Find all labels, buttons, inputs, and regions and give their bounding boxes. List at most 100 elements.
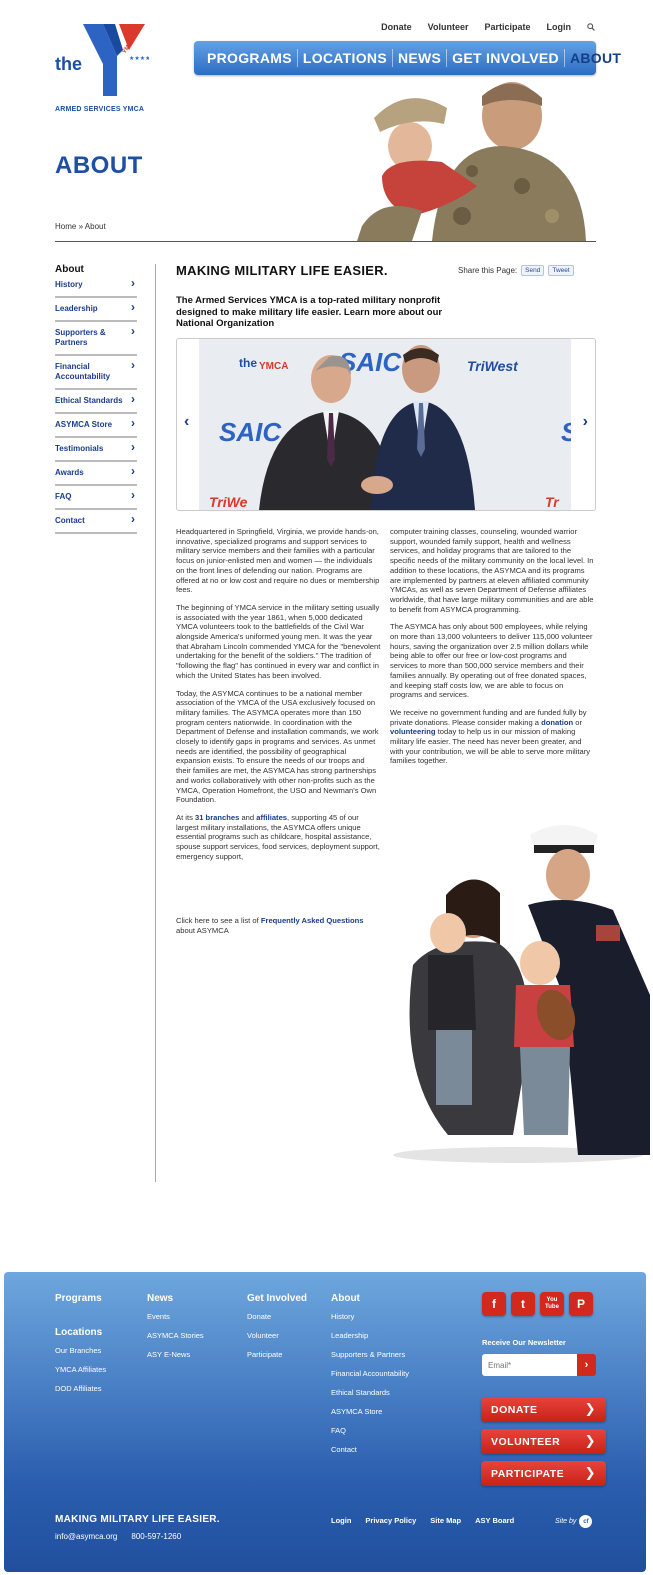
svg-text:SAIC: SAIC	[219, 417, 282, 447]
logo-org-text: ARMED SERVICES YMCA	[55, 106, 145, 113]
nav-news[interactable]: NEWS	[393, 49, 448, 67]
footer-link[interactable]: Contact	[331, 1445, 409, 1454]
footer-link[interactable]: Leadership	[331, 1331, 409, 1340]
svg-text:S: S	[561, 417, 571, 447]
footer-email-link[interactable]: info@asymca.org	[55, 1532, 117, 1541]
sidebar-item-contact[interactable]: Contact	[55, 514, 137, 534]
nav-get-involved[interactable]: GET INVOLVED	[447, 49, 565, 67]
body-paragraph: computer training classes, counseling, w…	[390, 527, 594, 614]
donate-button[interactable]: DONATE ❯	[481, 1397, 606, 1422]
tweet-button[interactable]: Tweet	[548, 265, 574, 276]
footer-link[interactable]: Ethical Standards	[331, 1388, 409, 1397]
sidebar-item-awards[interactable]: Awards	[55, 466, 137, 486]
faq-callout: Click here to see a list of Frequently A…	[176, 916, 376, 936]
slide-photo: the YMCA SAIC TriWest SAIC S TriWe Tr	[199, 339, 571, 510]
sidebar-item-faq[interactable]: FAQ	[55, 490, 137, 510]
volunteer-button[interactable]: VOLUNTEER ❯	[481, 1429, 606, 1454]
footer-link[interactable]: Our Branches	[55, 1346, 106, 1355]
asymca-logo[interactable]: the YMCA ★★★★ ARMED SERVICES YMCA	[55, 20, 150, 115]
chevron-right-icon: ❯	[584, 1401, 596, 1416]
donation-link[interactable]: donation	[541, 718, 573, 727]
page-title: ABOUT	[55, 152, 143, 179]
footer-board-link[interactable]: ASY Board	[475, 1516, 514, 1525]
body-paragraph: The beginning of YMCA service in the mil…	[176, 602, 381, 680]
newsletter-email-input[interactable]	[482, 1354, 578, 1376]
sidebar-item-financial[interactable]: Financial Accountability	[55, 360, 137, 390]
chevron-right-icon: ❯	[584, 1465, 596, 1480]
footer-link[interactable]: Events	[147, 1312, 204, 1321]
body-paragraph: We receive no government funding and are…	[390, 708, 596, 766]
footer-link[interactable]: Financial Accountability	[331, 1369, 409, 1378]
youtube-icon[interactable]: You Tube	[540, 1292, 564, 1316]
footer-phone: 800-597-1260	[131, 1532, 182, 1541]
breadcrumb[interactable]: Home » About	[55, 222, 106, 231]
facebook-icon[interactable]: f	[482, 1292, 506, 1316]
tweet-label: Tweet	[552, 267, 570, 274]
newsletter-submit-button[interactable]: ›	[577, 1354, 596, 1376]
nav-programs[interactable]: PROGRAMS	[202, 49, 298, 67]
nav-locations[interactable]: LOCATIONS	[298, 49, 393, 67]
newsletter-label: Receive Our Newsletter	[482, 1338, 566, 1347]
share-bar: Share this Page: Send Tweet	[458, 265, 574, 276]
slider-prev-button[interactable]: ‹	[184, 413, 189, 431]
sidebar-item-leadership[interactable]: Leadership	[55, 302, 137, 322]
footer-locations-heading[interactable]: Locations	[55, 1327, 106, 1338]
body-paragraph: The ASYMCA has only about 500 employees,…	[390, 622, 593, 700]
text-run: At its	[176, 812, 195, 822]
footer-link[interactable]: Volunteer	[247, 1331, 307, 1340]
pinterest-icon[interactable]: P	[569, 1292, 593, 1316]
footer-programs-heading[interactable]: Programs	[55, 1293, 102, 1304]
footer-link[interactable]: Donate	[247, 1312, 307, 1321]
sidebar-heading: About	[55, 264, 84, 275]
footer-col-programs: Programs	[55, 1293, 102, 1312]
send-label: Send	[525, 267, 541, 274]
branches-link[interactable]: 31 branches	[195, 813, 239, 822]
sidebar-item-store[interactable]: ASYMCA Store	[55, 418, 137, 438]
util-volunteer-link[interactable]: Volunteer	[428, 22, 469, 32]
sidebar-item-history[interactable]: History	[55, 278, 137, 298]
nav-about[interactable]: ABOUT	[565, 49, 626, 67]
footer-login-link[interactable]: Login	[331, 1516, 351, 1525]
site-credit[interactable]: Site by cf	[555, 1515, 593, 1528]
sidebar: About History Leadership Supporters & Pa…	[55, 264, 137, 540]
slide-the-logo: the	[239, 356, 257, 370]
footer-link[interactable]: ASY E-News	[147, 1350, 204, 1359]
util-participate-link[interactable]: Participate	[484, 22, 530, 32]
footer-link[interactable]: ASYMCA Store	[331, 1407, 409, 1416]
footer-sitemap-link[interactable]: Site Map	[430, 1516, 461, 1525]
agency-logo-icon: cf	[579, 1515, 593, 1528]
faq-link[interactable]: Frequently Asked Questions	[261, 916, 364, 925]
footer-link[interactable]: Participate	[247, 1350, 307, 1359]
footer-link[interactable]: ASYMCA Stories	[147, 1331, 204, 1340]
footer-col-about: About History Leadership Supporters & Pa…	[331, 1293, 409, 1464]
footer-about-heading[interactable]: About	[331, 1293, 409, 1304]
logo-ymca-text: YMCA	[122, 37, 137, 55]
utility-nav: Donate Volunteer Participate Login	[381, 22, 595, 32]
footer-link[interactable]: History	[331, 1312, 409, 1321]
slider-next-button[interactable]: ›	[583, 413, 588, 431]
participate-button[interactable]: PARTICIPATE ❯	[481, 1461, 606, 1486]
chevron-right-icon: ❯	[584, 1433, 596, 1448]
footer-privacy-link[interactable]: Privacy Policy	[365, 1516, 416, 1525]
military-family-photo	[388, 815, 653, 1165]
main-title: MAKING MILITARY LIFE EASIER.	[176, 263, 388, 278]
search-icon[interactable]	[587, 23, 595, 31]
util-donate-link[interactable]: Donate	[381, 22, 412, 32]
util-login-link[interactable]: Login	[547, 22, 572, 32]
footer-col-get-involved: Get Involved Donate Volunteer Participat…	[247, 1293, 307, 1369]
footer-link[interactable]: DOD Affiliates	[55, 1384, 106, 1393]
sidebar-item-ethical[interactable]: Ethical Standards	[55, 394, 137, 414]
footer-link[interactable]: Supporters & Partners	[331, 1350, 409, 1359]
facebook-send-button[interactable]: Send	[521, 265, 545, 276]
body-paragraph: Today, the ASYMCA continues to be a nati…	[176, 688, 379, 805]
sidebar-item-testimonials[interactable]: Testimonials	[55, 442, 137, 462]
twitter-icon[interactable]: t	[511, 1292, 535, 1316]
footer-link[interactable]: YMCA Affiliates	[55, 1365, 106, 1374]
volunteering-link[interactable]: volunteering	[390, 727, 436, 736]
footer-news-heading[interactable]: News	[147, 1293, 204, 1304]
participate-label: PARTICIPATE	[491, 1467, 565, 1480]
sidebar-item-supporters[interactable]: Supporters & Partners	[55, 326, 137, 356]
footer-get-involved-heading[interactable]: Get Involved	[247, 1293, 307, 1304]
affiliates-link[interactable]: affiliates	[256, 813, 287, 822]
footer-link[interactable]: FAQ	[331, 1426, 409, 1435]
